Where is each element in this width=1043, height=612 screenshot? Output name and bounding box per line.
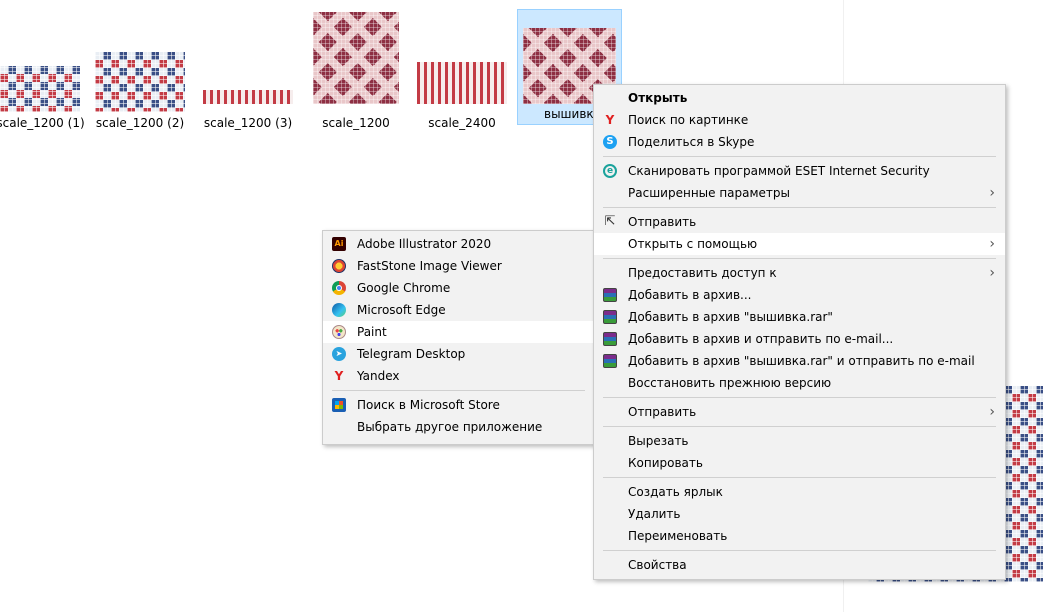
menu-item-telegram[interactable]: ➤ Telegram Desktop [323,343,594,365]
menu-item-restore-version[interactable]: Восстановить прежнюю версию [594,372,1005,394]
menu-item-advanced[interactable]: Расширенные параметры › [594,182,1005,204]
file-name: scale_1200 (2) [95,116,185,130]
menu-item-send-to[interactable]: Отправить › [594,401,1005,423]
chevron-right-icon: › [989,265,995,281]
chevron-right-icon: › [989,185,995,201]
menu-item-scan-eset[interactable]: e Сканировать программой ESET Internet S… [594,160,1005,182]
menu-item-create-shortcut[interactable]: Создать ярлык [594,481,1005,503]
file-name: scale_1200 (3) [203,116,293,130]
menu-separator [603,550,996,551]
menu-item-properties[interactable]: Свойства [594,554,1005,576]
menu-item-delete[interactable]: Удалить [594,503,1005,525]
chrome-icon [332,281,346,295]
file-name: scale_1200 [322,116,390,130]
microsoft-store-icon [332,398,346,412]
menu-separator [603,207,996,208]
menu-item-store-search[interactable]: Поиск в Microsoft Store [323,394,594,416]
menu-item-paint[interactable]: Paint [323,321,594,343]
menu-item-add-archive[interactable]: Добавить в архив... [594,284,1005,306]
skype-icon: S [603,135,617,149]
menu-item-edge[interactable]: Microsoft Edge [323,299,594,321]
menu-separator [603,258,996,259]
file-thumbnail[interactable]: scale_1200 [306,10,406,130]
file-name: scale_1200 (1) [0,116,85,130]
yandex-icon: Y [334,369,344,383]
thumbnail-image [0,66,80,112]
menu-separator [603,477,996,478]
menu-item-faststone[interactable]: FastStone Image Viewer [323,255,594,277]
file-thumbnail[interactable]: scale_1200 (1) [0,10,85,130]
illustrator-icon: Ai [332,237,346,251]
menu-item-illustrator[interactable]: Ai Adobe Illustrator 2020 [323,233,594,255]
eset-icon: e [603,164,617,178]
thumbnail-image [203,90,293,104]
menu-item-chrome[interactable]: Google Chrome [323,277,594,299]
menu-item-yandex[interactable]: Y Yandex [323,365,594,387]
menu-separator [332,390,585,391]
context-menu: Открыть Y Поиск по картинке S Поделиться… [593,84,1006,580]
file-thumbnail[interactable]: scale_1200 (2) [90,10,190,130]
file-name: scale_2400 [428,116,496,130]
chevron-right-icon: › [989,236,995,252]
menu-item-cut[interactable]: Вырезать [594,430,1005,452]
share-icon: ⇱ [604,214,616,229]
menu-item-open-with[interactable]: Открыть с помощью › [594,233,1005,255]
menu-item-choose-other[interactable]: Выбрать другое приложение [323,416,594,438]
menu-item-search-picture[interactable]: Y Поиск по картинке [594,109,1005,131]
faststone-icon [332,259,346,273]
file-thumbnail[interactable]: scale_2400 [412,10,512,130]
chevron-right-icon: › [989,404,995,420]
menu-item-add-archive-rar[interactable]: Добавить в архив "вышивка.rar" [594,306,1005,328]
menu-separator [603,397,996,398]
thumbnail-image [95,52,185,112]
menu-item-open[interactable]: Открыть [594,87,1005,109]
winrar-icon [603,288,617,302]
menu-item-add-archive-rar-email[interactable]: Добавить в архив "вышивка.rar" и отправи… [594,350,1005,372]
menu-item-rename[interactable]: Переименовать [594,525,1005,547]
thumbnail-image [417,62,507,104]
file-thumbnail[interactable]: scale_1200 (3) [198,10,298,130]
paint-icon [332,325,346,339]
menu-separator [603,426,996,427]
menu-item-give-access[interactable]: Предоставить доступ к › [594,262,1005,284]
menu-separator [603,156,996,157]
menu-item-share-skype[interactable]: S Поделиться в Skype [594,131,1005,153]
menu-item-add-archive-email[interactable]: Добавить в архив и отправить по e-mail..… [594,328,1005,350]
winrar-icon [603,332,617,346]
yandex-icon: Y [605,113,615,127]
telegram-icon: ➤ [332,347,346,361]
open-with-submenu: Ai Adobe Illustrator 2020 FastStone Imag… [322,230,595,445]
winrar-icon [603,310,617,324]
edge-icon [332,303,346,317]
menu-item-send[interactable]: ⇱ Отправить [594,211,1005,233]
menu-item-copy[interactable]: Копировать [594,452,1005,474]
winrar-icon [603,354,617,368]
thumbnail-image [313,12,399,104]
